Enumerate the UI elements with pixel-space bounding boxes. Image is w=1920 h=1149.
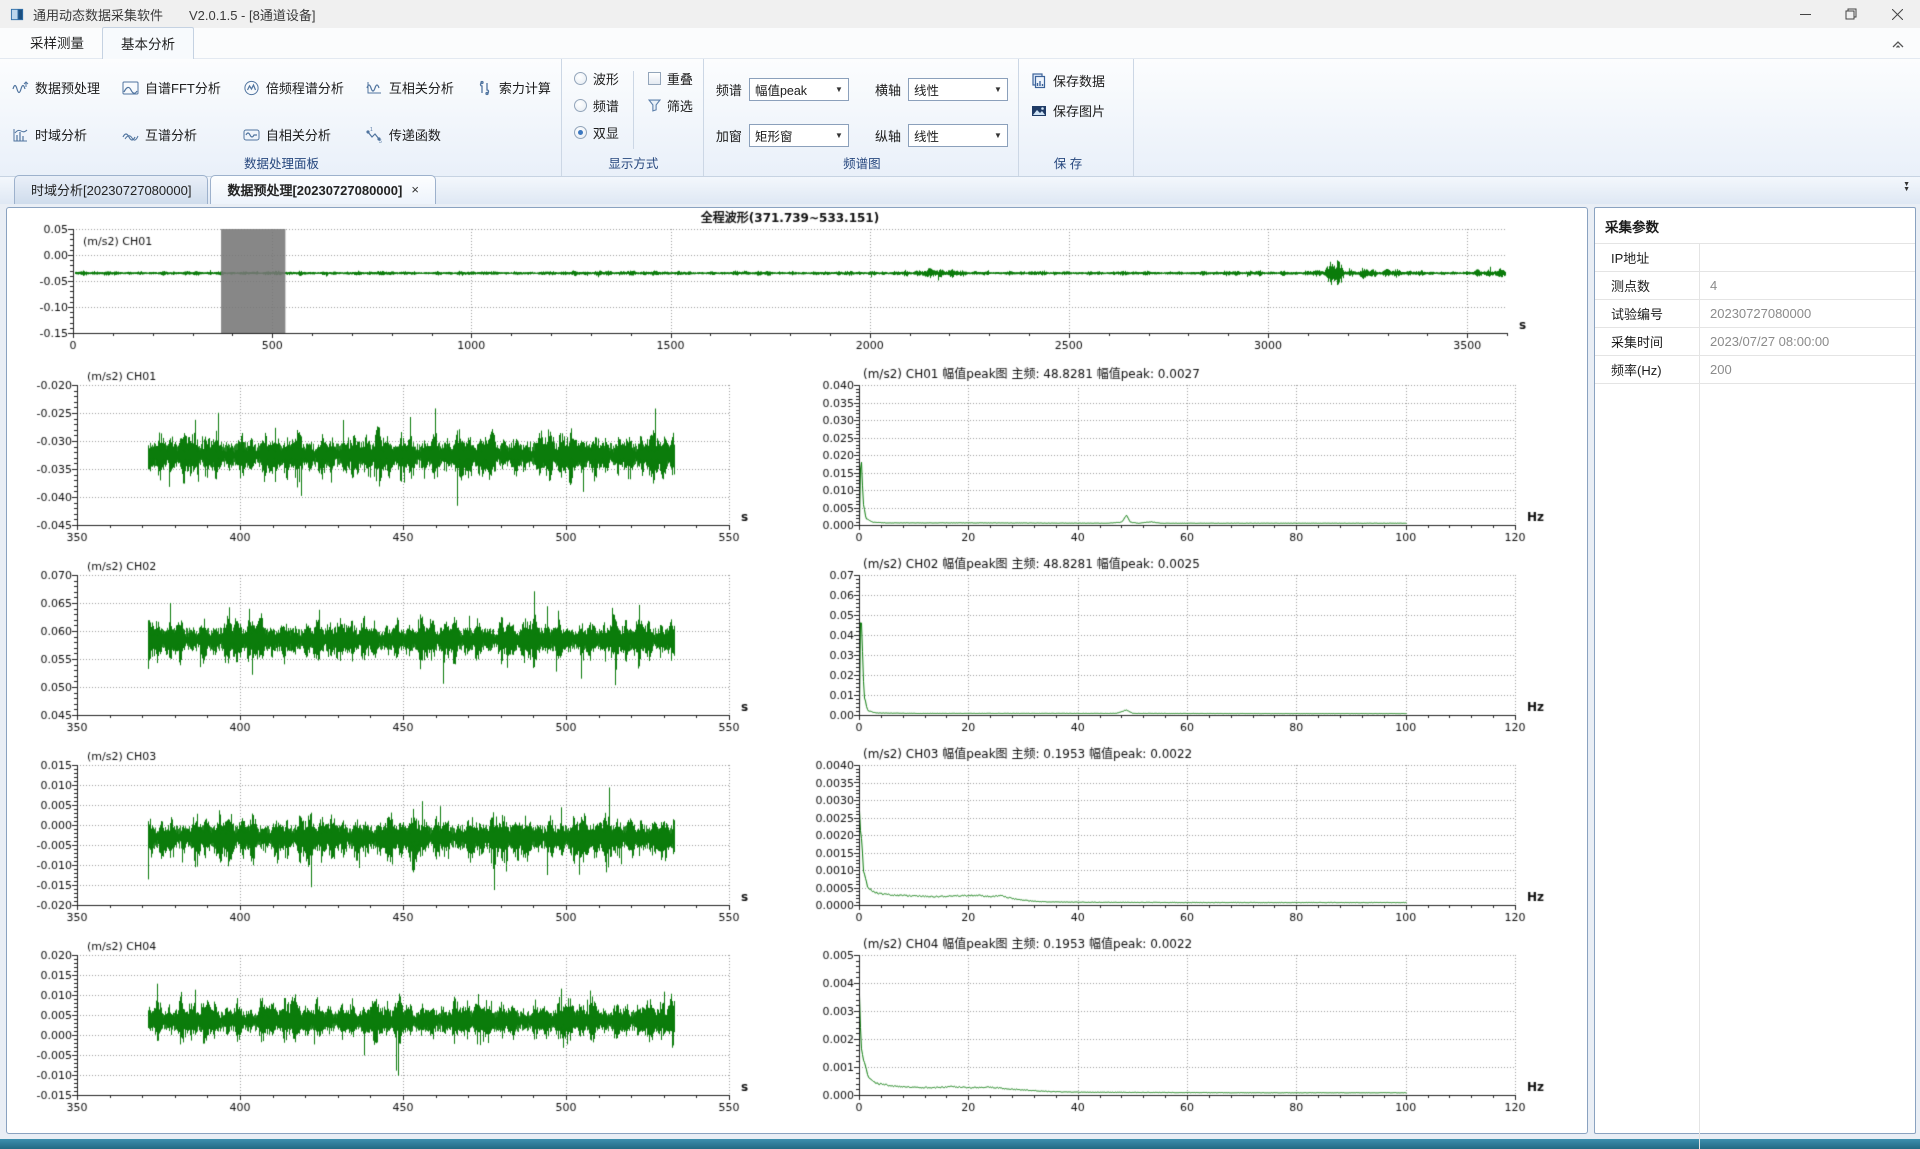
radio-dual-display[interactable]: 双显 bbox=[574, 123, 619, 142]
cross-spectrum-icon bbox=[122, 127, 139, 143]
tab-basic-analysis[interactable]: 基本分析 bbox=[102, 27, 194, 59]
param-row-point-count: 测点数 4 bbox=[1595, 271, 1915, 299]
chart-panel bbox=[6, 207, 1588, 1134]
transfer-function-icon: 15 bbox=[366, 127, 383, 143]
save-data-icon bbox=[1031, 73, 1047, 89]
radio-waveform[interactable]: 波形 bbox=[574, 69, 619, 88]
chevron-up-icon bbox=[1892, 40, 1904, 48]
signal-wave-icon bbox=[12, 80, 29, 96]
ch02-spectrum-chart bbox=[801, 553, 1581, 743]
chevron-down-icon: ▼ bbox=[994, 85, 1002, 94]
tab-sampling-measure[interactable]: 采样测量 bbox=[12, 27, 102, 58]
ch02-time-chart bbox=[9, 553, 801, 743]
cable-force-icon bbox=[476, 80, 493, 96]
autocorrelation-button[interactable]: 自相关分析 bbox=[243, 118, 344, 151]
y-axis-scale-field: 纵轴 线性▼ bbox=[875, 119, 1008, 151]
group-label-spectrum: 频谱图 bbox=[716, 151, 1008, 176]
ch04-time-chart bbox=[9, 933, 801, 1123]
save-image-icon bbox=[1031, 103, 1047, 119]
radio-spectrum[interactable]: 频谱 bbox=[574, 96, 619, 115]
ribbon-collapse-button[interactable] bbox=[1888, 34, 1908, 54]
param-row-test-id: 试验编号 20230727080000 bbox=[1595, 299, 1915, 327]
save-image-button[interactable]: 保存图片 bbox=[1031, 101, 1105, 120]
chevron-down-icon: ▼ bbox=[835, 131, 843, 140]
autocorrelation-icon bbox=[243, 127, 260, 143]
fft-curve-icon bbox=[122, 80, 139, 96]
save-data-button[interactable]: 保存数据 bbox=[1031, 71, 1105, 90]
group-label-save: 保 存 bbox=[1031, 151, 1105, 176]
radio-icon bbox=[574, 72, 587, 85]
restore-button[interactable] bbox=[1828, 0, 1874, 28]
cross-spectrum-button[interactable]: 互谱分析 bbox=[122, 118, 221, 151]
overview-waveform-chart[interactable] bbox=[9, 209, 1585, 361]
params-title: 采集参数 bbox=[1595, 208, 1915, 243]
filter-button[interactable]: 筛选 bbox=[648, 96, 693, 115]
ch01-spectrum-chart bbox=[801, 363, 1581, 553]
overlay-checkbox[interactable]: 重叠 bbox=[648, 69, 693, 88]
ch04-spectrum-chart bbox=[801, 933, 1581, 1123]
close-button[interactable] bbox=[1874, 0, 1920, 28]
radio-icon bbox=[574, 126, 587, 139]
document-tab-bar: 时域分析[20230727080000] 数据预处理[2023072708000… bbox=[0, 177, 1920, 204]
tabs-overflow-icon[interactable]: ▼▼ bbox=[1903, 183, 1910, 192]
ribbon-tab-bar: 采样测量 基本分析 bbox=[0, 28, 1920, 59]
param-row-frequency: 频率(Hz) 200 bbox=[1595, 355, 1915, 383]
title-bar: 通用动态数据采集软件 V2.0.1.5 - [8通道设备] bbox=[0, 0, 1920, 28]
doc-tab-preprocess[interactable]: 数据预处理[20230727080000] × bbox=[210, 175, 435, 204]
cable-force-button[interactable]: 索力计算 bbox=[476, 71, 551, 104]
x-axis-scale-field: 横轴 线性▼ bbox=[875, 73, 1008, 105]
doc-tab-time-analysis[interactable]: 时域分析[20230727080000] bbox=[14, 175, 208, 204]
ch03-spectrum-chart bbox=[801, 743, 1581, 933]
param-row-ip: IP地址 bbox=[1595, 243, 1915, 271]
spectrum-type-field: 频谱 幅值peak▼ bbox=[716, 73, 849, 105]
ch01-time-chart bbox=[9, 363, 801, 553]
preprocess-button[interactable]: 数据预处理 bbox=[12, 71, 100, 104]
window-version: V2.0.1.5 - [8通道设备] bbox=[189, 5, 315, 24]
ch03-time-chart bbox=[9, 743, 801, 933]
window-function-select[interactable]: 矩形窗▼ bbox=[749, 124, 849, 147]
window-title: 通用动态数据采集软件 bbox=[33, 5, 163, 24]
group-display-mode: 波形 频谱 双显 重叠 筛选 显示方式 bbox=[561, 59, 703, 176]
tab-close-icon[interactable]: × bbox=[411, 182, 419, 197]
x-axis-scale-select[interactable]: 线性▼ bbox=[908, 78, 1008, 101]
time-domain-bars-icon bbox=[12, 127, 29, 143]
group-label-display-mode: 显示方式 bbox=[574, 151, 693, 176]
funnel-icon bbox=[648, 99, 661, 112]
group-spectrum-settings: 频谱 幅值peak▼ 横轴 线性▼ 加窗 矩形窗▼ 纵轴 线性▼ 频谱图 bbox=[703, 59, 1018, 176]
ribbon: 数据预处理 自谱FFT分析 倍频程谱分析 互相关分析 索力计算 时域分析 bbox=[0, 59, 1920, 177]
chevron-down-icon: ▼ bbox=[994, 131, 1002, 140]
transfer-function-button[interactable]: 15 传递函数 bbox=[366, 118, 454, 151]
minimize-button[interactable] bbox=[1782, 0, 1828, 28]
radio-icon bbox=[574, 99, 587, 112]
main-content: 采集参数 IP地址 测点数 4 试验编号 20230727080000 采集时间… bbox=[0, 204, 1920, 1134]
svg-text:1: 1 bbox=[370, 127, 373, 133]
time-domain-button[interactable]: 时域分析 bbox=[12, 118, 100, 151]
app-icon bbox=[10, 7, 25, 22]
y-axis-scale-select[interactable]: 线性▼ bbox=[908, 124, 1008, 147]
octave-spectrum-icon bbox=[243, 80, 260, 96]
svg-text:5: 5 bbox=[379, 139, 382, 143]
checkbox-icon bbox=[648, 72, 661, 85]
group-save: 保存数据 保存图片 保 存 bbox=[1018, 59, 1133, 176]
spectrum-type-select[interactable]: 幅值peak▼ bbox=[749, 78, 849, 101]
cross-correlation-icon bbox=[366, 80, 383, 96]
octave-spectrum-button[interactable]: 倍频程谱分析 bbox=[243, 71, 344, 104]
auto-spectrum-fft-button[interactable]: 自谱FFT分析 bbox=[122, 71, 221, 104]
acquisition-params-panel: 采集参数 IP地址 测点数 4 试验编号 20230727080000 采集时间… bbox=[1594, 207, 1916, 1134]
cross-correlation-button[interactable]: 互相关分析 bbox=[366, 71, 454, 104]
window-function-field: 加窗 矩形窗▼ bbox=[716, 119, 849, 151]
chevron-down-icon: ▼ bbox=[835, 85, 843, 94]
group-label-data-processing: 数据处理面板 bbox=[12, 151, 551, 176]
param-row-acquisition-time: 采集时间 2023/07/27 08:00:00 bbox=[1595, 327, 1915, 355]
group-data-processing: 数据预处理 自谱FFT分析 倍频程谱分析 互相关分析 索力计算 时域分析 bbox=[0, 59, 561, 176]
